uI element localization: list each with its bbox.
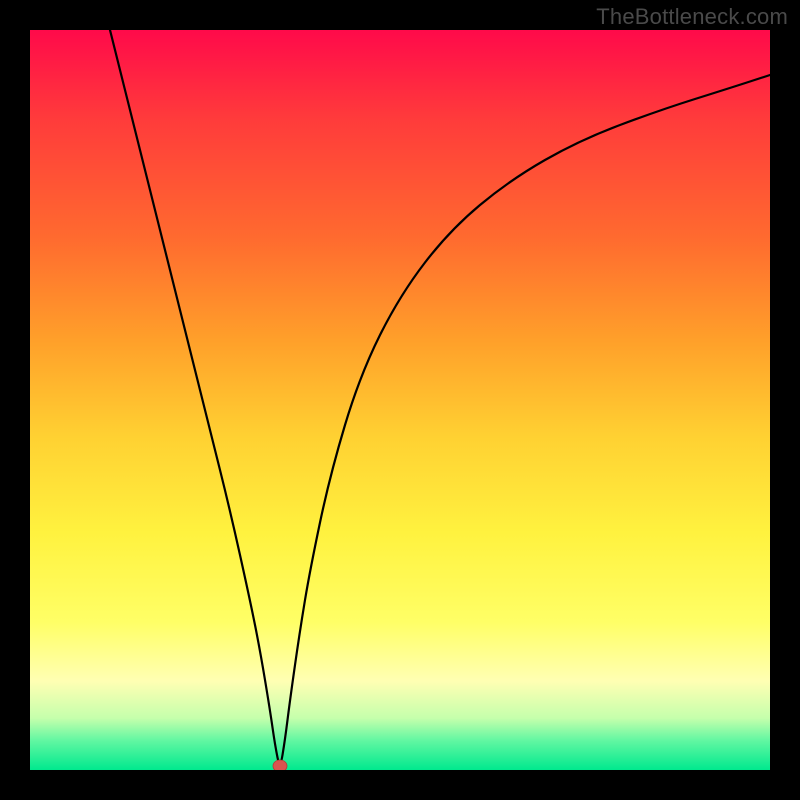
watermark-text: TheBottleneck.com — [596, 4, 788, 30]
plot-area — [30, 30, 770, 770]
minimum-marker — [273, 760, 287, 770]
plot-svg — [30, 30, 770, 770]
chart-frame: TheBottleneck.com — [0, 0, 800, 800]
bottleneck-curve — [110, 30, 770, 763]
